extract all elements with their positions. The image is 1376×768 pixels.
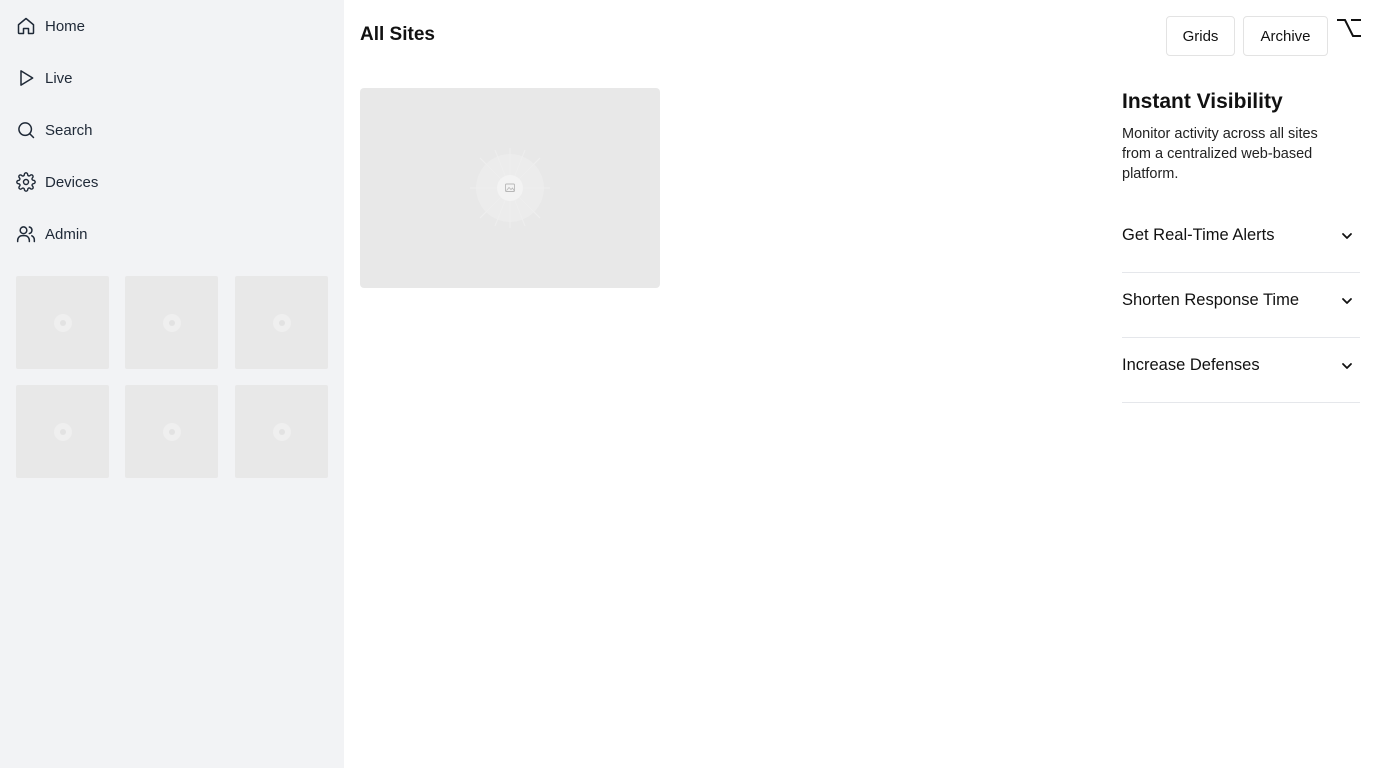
loading-icon: [272, 313, 291, 332]
sidebar-item-label: Search: [45, 121, 93, 139]
image-placeholder-icon: [470, 148, 550, 228]
chevron-down-icon: [1342, 233, 1352, 239]
sidebar-item-search[interactable]: Search: [16, 118, 328, 142]
promo-description: Monitor activity across all sites from a…: [1122, 126, 1318, 182]
sidebar: Home Live Search Devices Admin: [0, 0, 344, 768]
gear-icon: [16, 172, 36, 192]
sidebar-item-label: Live: [45, 69, 73, 87]
option-key-icon[interactable]: [1337, 16, 1361, 40]
accordion-item-defenses[interactable]: Increase Defenses: [1122, 338, 1360, 403]
sidebar-item-home[interactable]: Home: [16, 14, 328, 38]
chevron-down-icon: [1342, 363, 1352, 369]
camera-thumbnail[interactable]: [125, 385, 218, 478]
sidebar-item-live[interactable]: Live: [16, 66, 328, 90]
camera-thumbnail[interactable]: [125, 276, 218, 369]
sidebar-item-label: Admin: [45, 225, 88, 243]
sidebar-item-label: Devices: [45, 173, 99, 191]
page-title: All Sites: [360, 24, 435, 45]
promo-title: Instant Visibility: [1122, 90, 1283, 113]
camera-thumbnail[interactable]: [235, 276, 328, 369]
sidebar-item-admin[interactable]: Admin: [16, 222, 328, 246]
loading-icon: [162, 313, 181, 332]
camera-thumbnail[interactable]: [16, 276, 109, 369]
camera-thumbnail[interactable]: [16, 385, 109, 478]
users-icon: [16, 226, 36, 243]
site-preview-card[interactable]: [360, 88, 660, 288]
chevron-down-icon: [1342, 298, 1352, 304]
search-icon: [18, 122, 35, 139]
accordion-item-response-time[interactable]: Shorten Response Time: [1122, 273, 1360, 338]
loading-icon: [272, 422, 291, 441]
loading-icon: [53, 313, 72, 332]
grids-button[interactable]: Grids: [1166, 16, 1235, 56]
loading-icon: [53, 422, 72, 441]
accordion-label: Get Real-Time Alerts: [1122, 226, 1275, 244]
archive-button[interactable]: Archive: [1243, 16, 1328, 56]
home-icon: [17, 17, 35, 35]
accordion-item-alerts[interactable]: Get Real-Time Alerts: [1122, 208, 1360, 273]
sidebar-item-label: Home: [45, 17, 86, 35]
play-icon: [20, 70, 34, 86]
sidebar-item-devices[interactable]: Devices: [16, 170, 328, 194]
accordion-label: Increase Defenses: [1122, 356, 1260, 374]
loading-icon: [162, 422, 181, 441]
accordion-label: Shorten Response Time: [1122, 291, 1300, 309]
camera-thumbnail[interactable]: [235, 385, 328, 478]
